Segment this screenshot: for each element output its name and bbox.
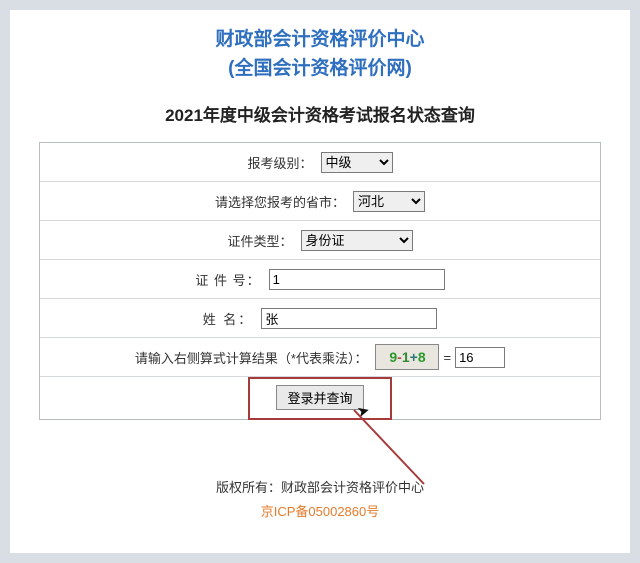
row-name: 姓 名： <box>40 299 600 338</box>
row-captcha: 请输入右侧算式计算结果（*代表乘法）： 9-1+8 = <box>40 338 600 377</box>
province-select[interactable]: 河北 <box>353 191 425 212</box>
row-submit: 登录并查询 ➤ <box>40 377 600 419</box>
captcha-input[interactable] <box>455 347 505 368</box>
footer-copyright: 版权所有：财政部会计资格评价中心 <box>10 476 630 501</box>
row-idnum: 证 件 号： <box>40 260 600 299</box>
idnum-label: 证 件 号： <box>195 270 260 289</box>
name-input[interactable] <box>261 308 437 329</box>
page-title: 2021年度中级会计资格考试报名状态查询 <box>10 101 630 126</box>
captcha-equals: = <box>443 350 451 365</box>
header-line1: 财政部会计资格评价中心 <box>10 26 630 55</box>
captcha-label: 请输入右侧算式计算结果（*代表乘法）： <box>135 348 368 367</box>
highlight-box: 登录并查询 ➤ <box>248 377 391 420</box>
idtype-label: 证件类型： <box>227 231 292 250</box>
name-label: 姓 名： <box>203 309 254 328</box>
level-select[interactable]: 中级 <box>321 152 393 173</box>
level-label: 报考级别： <box>247 153 312 172</box>
query-form: 报考级别： 中级 请选择您报考的省市： 河北 证件类型： 身份证 证 件 号： <box>39 142 601 420</box>
province-label: 请选择您报考的省市： <box>215 192 345 211</box>
header-line2: (全国会计资格评价网) <box>10 55 630 84</box>
captcha-image: 9-1+8 <box>375 344 439 370</box>
footer: 版权所有：财政部会计资格评价中心 京ICP备05002860号 <box>10 476 630 525</box>
idtype-select[interactable]: 身份证 <box>301 230 413 251</box>
row-idtype: 证件类型： 身份证 <box>40 221 600 260</box>
footer-icp-link[interactable]: 京ICP备05002860号 <box>261 504 380 519</box>
idnum-input[interactable] <box>269 269 445 290</box>
row-level: 报考级别： 中级 <box>40 143 600 182</box>
row-province: 请选择您报考的省市： 河北 <box>40 182 600 221</box>
submit-button[interactable]: 登录并查询 <box>276 385 363 410</box>
